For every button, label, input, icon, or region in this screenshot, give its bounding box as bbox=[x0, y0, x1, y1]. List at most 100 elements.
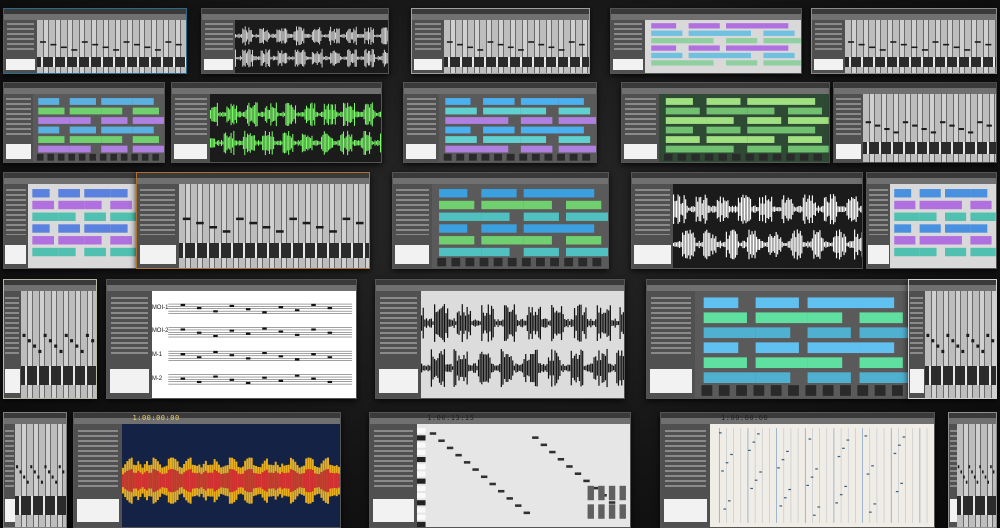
channel-fader bbox=[786, 153, 796, 161]
spectro-view bbox=[121, 424, 340, 527]
channel-fader bbox=[587, 504, 594, 519]
audio-clip bbox=[859, 357, 903, 369]
spectrogram-band bbox=[152, 469, 155, 493]
fader-cap bbox=[26, 480, 29, 484]
waveform-bar bbox=[539, 306, 541, 340]
waveform-bar bbox=[772, 237, 775, 252]
waveform-bar bbox=[756, 236, 758, 253]
waveform-bar bbox=[691, 206, 693, 212]
waveform-bar bbox=[333, 140, 335, 146]
waveform-bar bbox=[680, 203, 683, 215]
waveform-bar bbox=[724, 200, 726, 218]
waveform-bar bbox=[333, 109, 335, 119]
waveform-bar bbox=[501, 319, 504, 327]
waveform-bar bbox=[307, 34, 309, 38]
waveform-bar bbox=[304, 109, 306, 120]
waveform-bar bbox=[699, 240, 701, 249]
waveform-bar bbox=[292, 34, 294, 38]
fader-cap bbox=[48, 339, 52, 343]
waveform-bar bbox=[849, 241, 852, 248]
spectrogram-band bbox=[150, 472, 153, 489]
midi-note bbox=[540, 443, 547, 447]
main-editor bbox=[20, 291, 96, 398]
waveform-bar bbox=[242, 49, 244, 67]
track-list bbox=[175, 98, 207, 136]
waveform-bar bbox=[803, 242, 805, 247]
waveform-bar bbox=[377, 57, 378, 60]
waveform-bar bbox=[459, 359, 461, 377]
daw-window-mixer bbox=[948, 412, 997, 528]
waveform-bar bbox=[449, 319, 452, 327]
waveform-bar bbox=[258, 141, 260, 145]
editor-canvas bbox=[436, 189, 608, 267]
channel-fader bbox=[891, 385, 903, 396]
waveform-bar bbox=[242, 28, 244, 44]
waveform-bar bbox=[586, 364, 588, 372]
audio-clip bbox=[859, 297, 894, 309]
waveform-bar bbox=[754, 205, 757, 213]
note-head bbox=[294, 309, 300, 312]
spectrogram-band bbox=[252, 472, 255, 489]
note-head bbox=[311, 377, 316, 380]
mixer-view bbox=[863, 94, 996, 162]
note-head bbox=[213, 375, 218, 378]
info-panel bbox=[5, 143, 32, 159]
waveform-bar bbox=[492, 308, 494, 338]
waveform-bar bbox=[588, 320, 590, 326]
waveform-bar bbox=[319, 27, 321, 45]
fader-cap bbox=[858, 43, 865, 46]
waveform-bar bbox=[284, 53, 286, 64]
fader-cap bbox=[275, 230, 284, 233]
piano-key bbox=[416, 507, 426, 513]
waveform-bar bbox=[278, 140, 280, 146]
waveform-bar bbox=[274, 34, 276, 38]
waveform-bar bbox=[267, 52, 269, 64]
waveform-bar bbox=[260, 141, 262, 145]
waveform-bar bbox=[295, 141, 298, 145]
fader-cap bbox=[971, 339, 974, 343]
waveform-bar bbox=[827, 201, 829, 217]
waveform-bar bbox=[264, 54, 266, 63]
waveform-bar bbox=[729, 235, 731, 254]
waveform-bar bbox=[301, 52, 303, 65]
waveform-bar bbox=[539, 363, 541, 373]
waveform-bar bbox=[316, 112, 318, 117]
waveform-bar bbox=[251, 30, 253, 42]
piano-key bbox=[416, 485, 426, 491]
audio-clip bbox=[747, 98, 789, 105]
waveform-bar bbox=[445, 364, 447, 372]
spectrogram-band bbox=[316, 473, 318, 488]
waveform-bar bbox=[367, 135, 369, 151]
waveform-bar bbox=[858, 207, 861, 211]
fader-cap bbox=[956, 344, 959, 348]
spectrogram-band bbox=[326, 469, 329, 493]
waveform-bar bbox=[763, 242, 766, 247]
waveform-bar bbox=[283, 132, 285, 154]
waveform-bar bbox=[267, 109, 269, 120]
waveform-bar bbox=[373, 28, 375, 44]
audio-clip bbox=[706, 136, 748, 143]
waveform-bar bbox=[702, 203, 704, 216]
waveform-bar bbox=[367, 31, 369, 41]
waveform-bar bbox=[370, 136, 372, 150]
waveform-bar bbox=[852, 198, 855, 221]
audio-clip bbox=[688, 60, 714, 66]
waveform-bar bbox=[840, 231, 843, 257]
main-editor bbox=[416, 424, 630, 527]
inspector-sidebar bbox=[107, 291, 152, 398]
waveform-bar bbox=[854, 229, 856, 260]
waveform-bar bbox=[456, 360, 458, 376]
waveform-bar bbox=[313, 140, 315, 146]
waveform-bar bbox=[745, 242, 747, 247]
waveform-bar bbox=[777, 234, 779, 255]
audio-clip bbox=[859, 312, 903, 324]
waveform-bar bbox=[368, 132, 370, 154]
audio-clip bbox=[970, 247, 996, 257]
waveform-bar bbox=[487, 353, 489, 383]
waveform-bar bbox=[254, 102, 256, 127]
waveform-bar bbox=[674, 242, 677, 247]
waveform-bar bbox=[276, 112, 278, 117]
waveform-bar bbox=[446, 364, 448, 372]
spectrogram-band bbox=[337, 473, 340, 488]
waveform-bar bbox=[581, 315, 583, 332]
